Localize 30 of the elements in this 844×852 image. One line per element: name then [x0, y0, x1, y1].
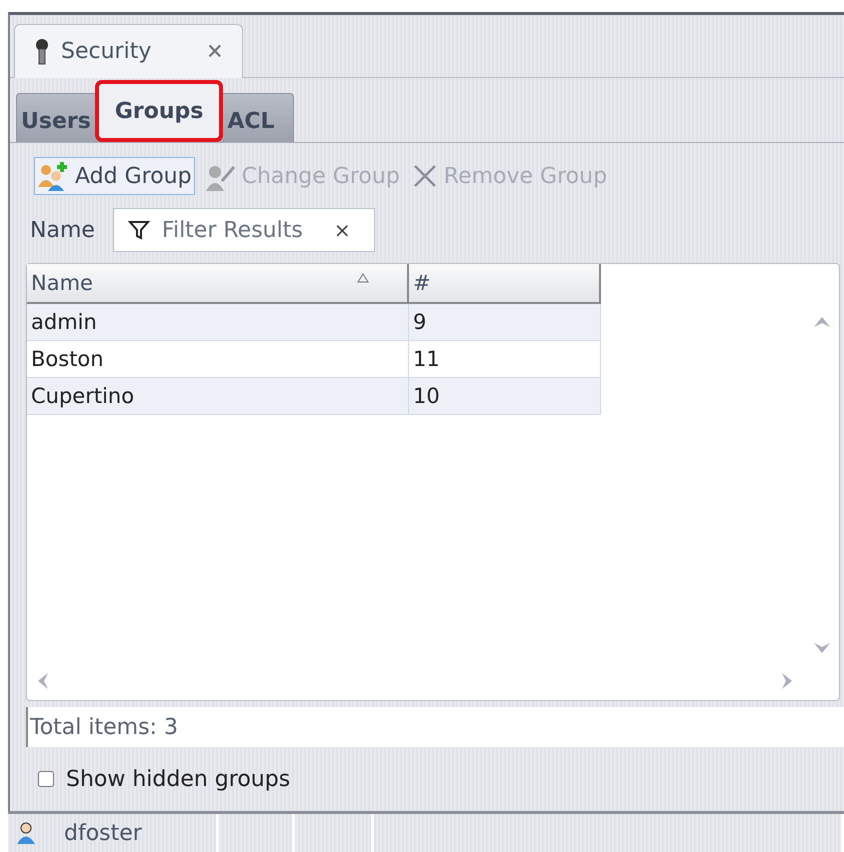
filter-label: Name [30, 218, 95, 242]
total-items-field: Total items: 3 [26, 707, 844, 747]
funnel-icon [128, 219, 150, 241]
tab[interactable]: ACL [223, 94, 279, 142]
remove-icon [412, 163, 438, 189]
sort-icon [357, 273, 369, 283]
user-name: dfoster [64, 820, 142, 846]
tab[interactable]: Groups [94, 80, 224, 142]
toolbar-button[interactable]: Add Group [34, 157, 195, 195]
scroll-left-icon[interactable] [37, 672, 49, 690]
add-users-icon [37, 161, 69, 191]
checkbox-label: Show hidden groups [66, 766, 290, 792]
document-tab-title: Security [61, 39, 152, 64]
scroll-down-icon[interactable] [813, 642, 831, 654]
checkbox[interactable] [38, 771, 54, 787]
scroll-up-icon[interactable] [813, 316, 831, 328]
table-cell: admin [27, 304, 409, 341]
user-icon [16, 821, 36, 845]
column-header[interactable]: # [409, 264, 601, 304]
table-cell: Cupertino [27, 378, 409, 415]
table-cell: 10 [409, 378, 601, 415]
key-icon [35, 38, 49, 64]
filter-field[interactable]: Filter Results × [112, 208, 375, 252]
tab[interactable]: Users [17, 94, 95, 142]
scroll-right-icon[interactable] [781, 672, 793, 690]
clear-filter-button[interactable]: × [334, 218, 351, 242]
table-cell: 9 [409, 304, 601, 341]
column-header[interactable]: Name [27, 264, 409, 304]
document-tab[interactable]: Security 🗙 [14, 24, 243, 78]
close-tab-button[interactable]: 🗙 [208, 36, 222, 66]
